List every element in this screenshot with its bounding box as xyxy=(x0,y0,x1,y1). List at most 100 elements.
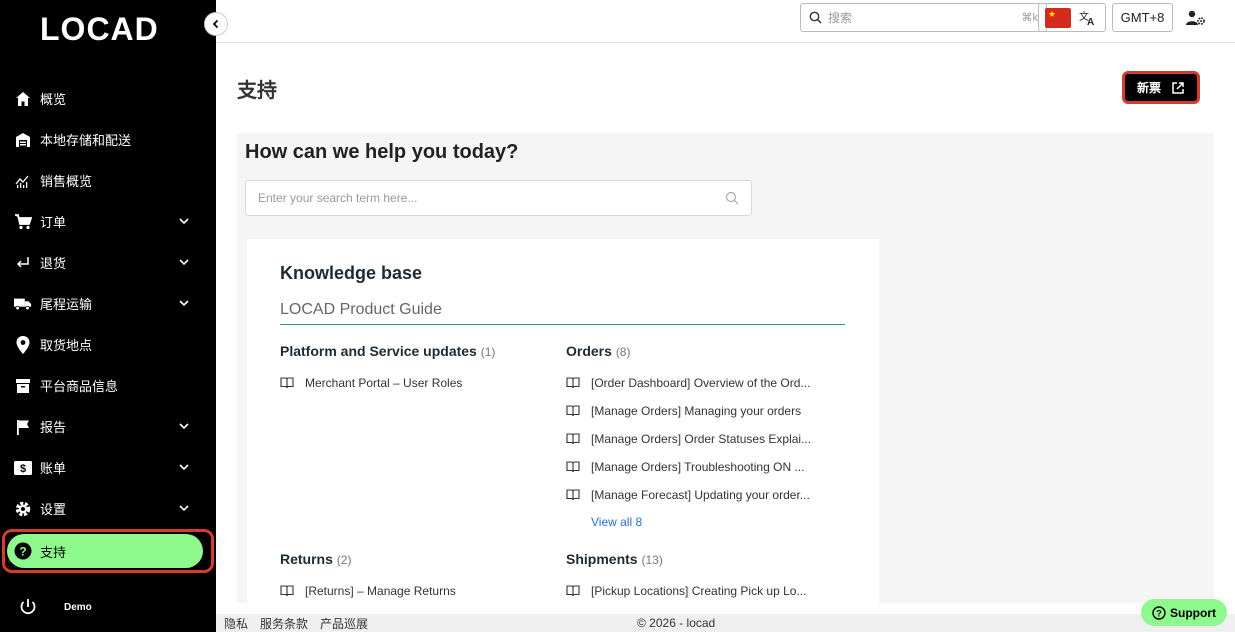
user-name: Demo xyxy=(64,601,92,613)
external-link-icon xyxy=(1172,81,1184,94)
article-link[interactable]: [Returns] – Manage Returns xyxy=(280,577,550,605)
article-link[interactable]: [Manage Forecast] Updating your order... xyxy=(566,481,836,509)
chevron-down-icon xyxy=(179,218,189,225)
book-icon xyxy=(566,377,580,389)
chevron-down-icon xyxy=(179,259,189,266)
search-icon[interactable] xyxy=(725,191,739,205)
sidebar-item-label: 订单 xyxy=(40,215,67,230)
flag-icon xyxy=(14,418,32,436)
sidebar-item-last-mile[interactable]: 尾程运输 xyxy=(0,283,216,324)
topbar: 搜索 ⌘k 文A GMT+8 xyxy=(216,0,1235,43)
main-content: 支持 新票 How can we help you today? Enter y… xyxy=(216,44,1235,614)
translate-icon: 文A xyxy=(1079,10,1094,26)
search-icon xyxy=(809,11,822,24)
book-icon xyxy=(566,433,580,445)
article-link[interactable]: [Pickup Locations] Creating Pick up Lo..… xyxy=(566,577,836,605)
book-icon xyxy=(280,585,294,597)
billing-icon: $ xyxy=(14,459,32,477)
sidebar-item-label: 设置 xyxy=(40,502,67,517)
article-link[interactable]: Merchant Portal – User Roles xyxy=(280,369,550,397)
chevron-left-icon xyxy=(212,19,219,29)
article-link[interactable]: [Manage Orders] Troubleshooting ON ... xyxy=(566,453,836,481)
sidebar-item-settings[interactable]: 设置 xyxy=(0,488,216,529)
timezone-button[interactable]: GMT+8 xyxy=(1112,3,1173,32)
sidebar-item-listings[interactable]: 平台商品信息 xyxy=(0,365,216,406)
section-title[interactable]: Orders (8) xyxy=(566,343,836,359)
sidebar-item-overview[interactable]: 概览 xyxy=(0,78,216,119)
chevron-down-icon xyxy=(179,423,189,430)
sidebar-item-label: 尾程运输 xyxy=(40,297,93,312)
svg-text:A: A xyxy=(1087,17,1094,26)
chevron-down-icon xyxy=(179,505,189,512)
chart-icon xyxy=(14,172,32,190)
active-highlight xyxy=(7,534,203,568)
article-link[interactable]: [Manage Orders] Managing your orders xyxy=(566,397,836,425)
location-pin-icon xyxy=(14,335,32,354)
sidebar-item-orders[interactable]: 订单 xyxy=(0,201,216,242)
kb-section-platform-updates: Platform and Service updates (1) Merchan… xyxy=(280,343,550,397)
sidebar-item-label: 平台商品信息 xyxy=(40,379,119,394)
footer-link-product-tour[interactable]: 产品巡展 xyxy=(320,615,368,632)
truck-icon xyxy=(14,295,32,313)
page-title: 支持 xyxy=(237,80,277,102)
section-title[interactable]: Platform and Service updates (1) xyxy=(280,343,550,359)
help-circle-icon: ? xyxy=(14,542,32,560)
book-icon xyxy=(566,461,580,473)
sidebar-item-label: 销售概览 xyxy=(40,174,93,189)
book-icon xyxy=(566,489,580,501)
return-arrow-icon xyxy=(14,254,32,272)
help-center-panel: How can we help you today? Enter your se… xyxy=(237,133,1214,603)
gear-icon xyxy=(14,500,32,518)
sidebar-item-reports[interactable]: 报告 xyxy=(0,406,216,447)
kb-section-returns: Returns (2) [Returns] – Manage Returns xyxy=(280,551,550,605)
footer-link-privacy[interactable]: 隐私 xyxy=(224,615,248,632)
sidebar-item-label: 报告 xyxy=(40,420,67,435)
knowledge-base-card: Knowledge base LOCAD Product Guide Platf… xyxy=(247,239,879,603)
kb-title: Knowledge base xyxy=(280,263,423,283)
kb-section-orders: Orders (8) [Order Dashboard] Overview of… xyxy=(566,343,836,529)
article-link[interactable]: [Order Dashboard] Overview of the Ord... xyxy=(566,369,836,397)
sidebar: LOCAD 概览 本地存储和配送 销售概览 订单 退货 尾程运输 取货地点 平台… xyxy=(0,0,228,632)
locad-logo[interactable]: LOCAD xyxy=(40,12,170,44)
global-search-input[interactable]: 搜索 ⌘k xyxy=(800,3,1047,32)
support-label: Support xyxy=(1170,605,1216,620)
user-settings-icon[interactable] xyxy=(1186,9,1206,27)
collapse-sidebar-button[interactable] xyxy=(204,12,228,36)
home-icon xyxy=(14,90,32,108)
support-widget-button[interactable]: ? Support xyxy=(1141,599,1227,626)
sidebar-item-label: 概览 xyxy=(40,92,67,107)
archive-box-icon xyxy=(14,377,32,395)
footer-link-terms[interactable]: 服务条款 xyxy=(260,615,308,632)
new-ticket-button[interactable]: 新票 xyxy=(1122,71,1200,104)
svg-text:?: ? xyxy=(19,545,26,559)
book-icon xyxy=(566,585,580,597)
language-switcher[interactable]: 文A xyxy=(1038,3,1106,32)
tab-product-guide[interactable]: LOCAD Product Guide xyxy=(280,301,845,325)
sidebar-item-sales-overview[interactable]: 销售概览 xyxy=(0,160,216,201)
warehouse-icon xyxy=(14,131,32,149)
sidebar-item-label: 退货 xyxy=(40,256,67,271)
power-icon[interactable] xyxy=(18,597,38,617)
help-circle-icon: ? xyxy=(1152,605,1166,620)
section-title[interactable]: Shipments (13) xyxy=(566,551,836,567)
china-flag-icon xyxy=(1045,7,1071,28)
knowledge-search-input[interactable]: Enter your search term here... xyxy=(245,180,752,216)
sidebar-item-pickup-locations[interactable]: 取货地点 xyxy=(0,324,216,365)
article-link[interactable]: [Manage Orders] Order Statuses Explai... xyxy=(566,425,836,453)
kb-search-placeholder: Enter your search term here... xyxy=(258,191,418,205)
sidebar-item-support[interactable]: ? 支持 xyxy=(2,529,214,573)
logo-text: LOCAD xyxy=(40,12,159,44)
cart-icon xyxy=(14,213,32,231)
sidebar-item-label: 支持 xyxy=(40,544,67,560)
sidebar-item-billing[interactable]: $ 账单 xyxy=(0,447,216,488)
search-shortcut: ⌘k xyxy=(1021,12,1039,24)
page-footer: 隐私 服务条款 产品巡展 © 2026 - locad xyxy=(216,614,1235,632)
view-all-orders-link[interactable]: View all 8 xyxy=(591,515,836,529)
user-menu[interactable]: Demo xyxy=(0,588,216,626)
sidebar-item-fulfillment[interactable]: 本地存储和配送 xyxy=(0,119,216,160)
sidebar-item-label: 取货地点 xyxy=(40,338,93,353)
search-placeholder: 搜索 xyxy=(828,11,853,25)
help-title: How can we help you today? xyxy=(245,141,519,163)
section-title[interactable]: Returns (2) xyxy=(280,551,550,567)
sidebar-item-returns[interactable]: 退货 xyxy=(0,242,216,283)
